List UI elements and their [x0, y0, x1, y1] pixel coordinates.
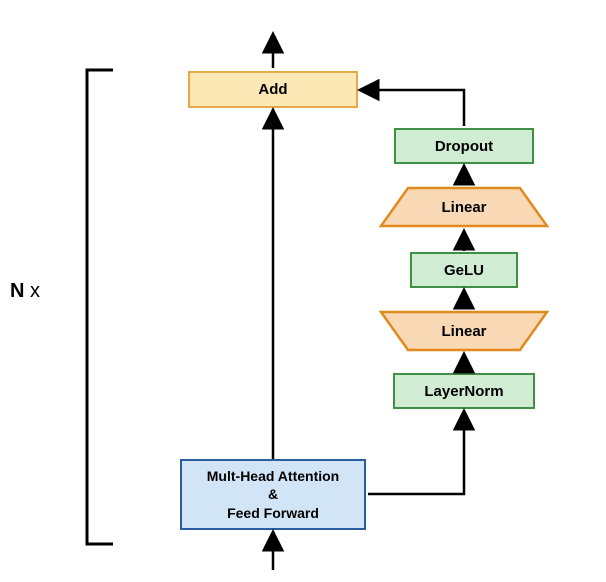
arrows-layer [0, 0, 606, 582]
diagram-canvas: N x Add Dropout Linear GeLU Linear Layer… [0, 0, 606, 582]
